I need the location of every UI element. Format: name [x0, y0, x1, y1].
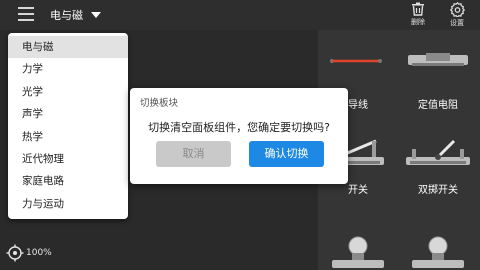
zoom-level: 100%: [26, 248, 52, 258]
menu-icon[interactable]: [18, 7, 34, 21]
dialog-message: 切换清空面板组件，您确定要切换吗?: [148, 121, 330, 134]
resistor-thumbnail: [398, 50, 478, 96]
zoom-control[interactable]: 100%: [6, 244, 52, 262]
component-label: 双掷开关: [418, 185, 458, 196]
menu-item-force-and-motion[interactable]: 力与运动: [8, 193, 128, 215]
component-bulb-2[interactable]: [398, 228, 478, 270]
menu-item-modern-physics[interactable]: 近代物理: [8, 148, 128, 170]
confirm-switch-button[interactable]: 确认切换: [249, 141, 324, 167]
category-dropdown[interactable]: 电与磁: [50, 5, 101, 25]
bulb-thumbnail: [398, 228, 478, 270]
bulb-thumbnail: [318, 228, 398, 270]
menu-item-acoustics[interactable]: 声学: [8, 103, 128, 125]
settings-label: 设置: [450, 19, 464, 27]
trash-icon: [412, 2, 424, 16]
menu-item-optics[interactable]: 光学: [8, 81, 128, 103]
top-bar: 电与磁 删除 设置: [0, 0, 480, 30]
component-double-throw-switch[interactable]: 双掷开关: [398, 135, 478, 196]
double-throw-switch-thumbnail: [398, 135, 478, 181]
menu-item-electromagnetism[interactable]: 电与磁: [8, 36, 128, 59]
gear-icon: [449, 2, 465, 17]
category-menu: 电与磁 力学 光学 声学 热学 近代物理 家庭电路 力与运动: [8, 33, 128, 219]
component-bulb[interactable]: [318, 228, 398, 270]
cancel-button[interactable]: 取消: [156, 141, 231, 167]
category-label: 电与磁: [50, 9, 83, 22]
settings-button[interactable]: 设置: [442, 2, 472, 28]
component-resistor[interactable]: 定值电阻: [398, 50, 478, 111]
switch-confirm-dialog: 切换板块 切换清空面板组件，您确定要切换吗? 取消 确认切换: [130, 88, 348, 184]
caret-down-icon: [91, 12, 101, 18]
menu-item-mechanics[interactable]: 力学: [8, 58, 128, 80]
component-label: 定值电阻: [418, 100, 458, 111]
delete-button[interactable]: 删除: [403, 2, 433, 28]
delete-label: 删除: [411, 18, 425, 26]
dialog-title: 切换板块: [140, 98, 179, 109]
menu-item-thermodynamics[interactable]: 热学: [8, 126, 128, 148]
crosshair-icon: [6, 244, 24, 262]
menu-item-household-circuit[interactable]: 家庭电路: [8, 170, 128, 192]
